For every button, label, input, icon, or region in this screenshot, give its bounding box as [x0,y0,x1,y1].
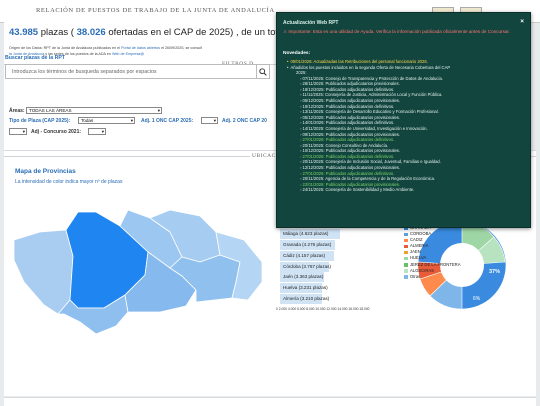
ubicacion-title: UBICAC [250,153,278,159]
concurso-select-left[interactable] [9,128,27,135]
novedades-list: 09/01/2026: Actualizadas las Retribucion… [286,59,524,193]
bar-row[interactable]: Granada (4.276 plazas) [280,239,335,250]
popup-warning-text: Importante: Esta es una utilidad de Ayud… [288,29,510,34]
popup-warning: ⚠ Importante: Esta es una utilidad de Ay… [283,29,523,35]
legend-label: ALGECIRAS [410,267,434,273]
tipo-plaza-label: Tipo de Plaza (CAP 2025): [9,118,71,124]
popup-title: Actualización Web RPT [283,20,339,26]
search-input[interactable]: Introduzca los términos de busqueda sepa… [5,64,270,79]
update-popup: Actualización Web RPT × ⚠ Importante: Es… [276,12,531,228]
areas-select[interactable]: TODAS LAS ÁREAS [26,107,162,114]
adj2-label: Adj. 2 ONC CAP 20 [222,118,267,124]
close-icon[interactable]: × [520,18,524,25]
legend-swatch [404,244,408,249]
legend-swatch [404,232,408,237]
map-subtitle: La intensidad de color indica mayor nº d… [15,179,123,185]
legend-swatch [404,250,408,255]
adj1-select[interactable] [201,117,218,124]
novedades-label: Novedades: [283,51,311,56]
bar-row[interactable]: Almería (3.210 plazas) [280,294,329,305]
legend-label: JAEN [410,249,421,255]
source-text: el 26/09/2025, se consult [161,46,203,50]
empresa-link[interactable]: Web de Empresa@ [112,52,144,56]
legend-swatch [404,238,408,243]
bar-row[interactable]: Jaén (3.363 plazas) [280,272,324,283]
legend-label: Otras [410,273,421,279]
bar-axis: 0 2.000 4.000 6.000 8.000 10.000 12.000 … [276,307,370,311]
legend-swatch [404,275,408,279]
bar-row[interactable]: Córdoba (3.767 plazas) [280,261,331,272]
bar-row[interactable]: Huelva (3.231 plazas) [280,283,328,294]
legend-label: CORDOBA [410,231,432,237]
tipo-plaza-select[interactable]: Todas [78,117,135,124]
pie-legend: GRANADACORDOBACADIZALMERIAJAENHUELVAJERE… [404,225,461,280]
ofertadas-count: 38.026 [76,27,106,38]
bar-row[interactable]: Málaga (4.623 plazas) [280,229,340,239]
concurso-label: Adj - Concurso 2021: [31,129,82,135]
source-text: Origen de los Datos: RPT de la Junta de … [9,46,121,50]
bar-row[interactable]: Cádiz (4.157 plazas) [280,250,334,261]
legend-label: HUELVA [410,255,427,261]
search-label: Buscar plazas de la RPT [5,55,65,61]
areas-label: Áreas: [9,108,25,114]
warning-icon: ⚠ [283,29,288,34]
page: RELACIÓN DE PUESTOS DE TRABAJO DE LA JUN… [0,0,540,406]
adj1-label: Adj. 1 ONC CAP 2025: [141,118,194,124]
concurso-select[interactable] [88,128,106,135]
legend-swatch [404,263,408,267]
legend-label: JEREZ DE LA FRONTERA [410,261,461,267]
map-title: Mapa de Provincias [15,168,76,175]
legend-swatch [404,256,408,261]
legend-label: CADIZ [410,237,423,243]
plazas-text: plazas ( [40,27,74,38]
legend-swatch [404,269,408,273]
search-icon [259,67,267,76]
total-count: 43.985 [9,27,39,38]
page-title: RELACIÓN DE PUESTOS DE TRABAJO DE LA JUN… [36,7,275,14]
legend-item: Otras [404,274,461,280]
legend-label: ALMERIA [410,243,429,249]
open-data-link[interactable]: Portal de datos abiertos [121,46,160,50]
search-button[interactable] [256,64,270,79]
news-line: 24/11/2025: Consejería de Sostenibilidad… [286,187,524,193]
